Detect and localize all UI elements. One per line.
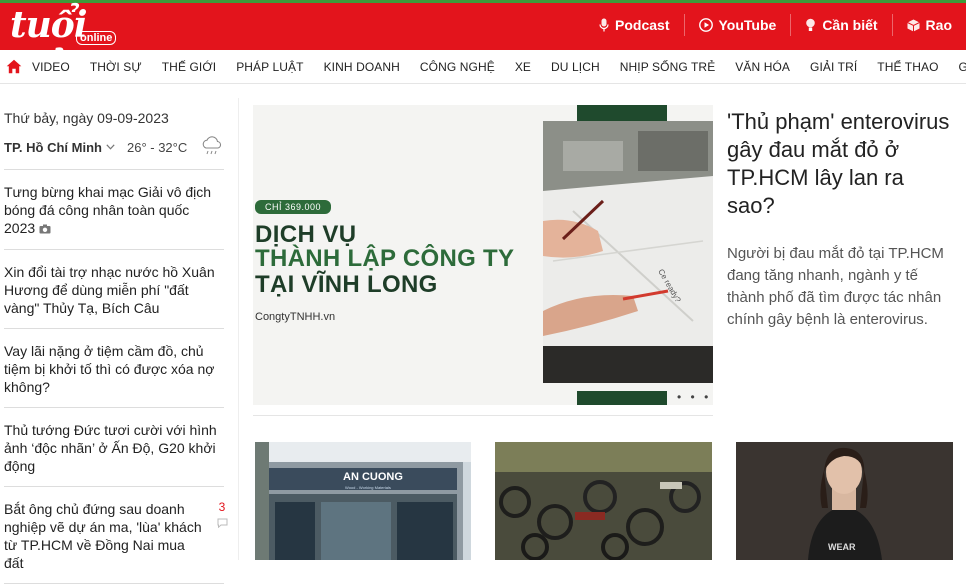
- ad-green-block: [577, 105, 667, 121]
- can-biet-label: Cần biết: [822, 17, 878, 33]
- current-date: Thứ bảy, ngày 09-09-2023: [4, 110, 169, 126]
- list-item[interactable]: Thủ tướng Đức tươi cười với hình ảnh ‘độ…: [4, 408, 224, 487]
- ad-banner[interactable]: Ce ready? CHỈ 369.000 DỊCH VỤ THÀNH LẬP …: [253, 105, 713, 405]
- ad-green-block-bottom: [577, 391, 667, 405]
- weather-widget: TP. Hồ Chí Minh 26° - 32°C: [4, 135, 224, 159]
- header-links: Podcast YouTube Cần biết Rao: [585, 0, 966, 50]
- section-divider: [253, 415, 713, 416]
- nav-item-kinh-doanh[interactable]: KINH DOANH: [314, 60, 410, 74]
- news-title: Bắt ông chủ đứng sau doanh nghiệp vẽ dự …: [4, 501, 202, 571]
- left-sidebar: Thứ bảy, ngày 09-09-2023 TP. Hồ Chí Minh…: [4, 98, 227, 584]
- ad-headline-2: THÀNH LẬP CÔNG TY: [255, 245, 515, 272]
- nav-item-the-thao[interactable]: THỂ THAO: [867, 60, 948, 74]
- chevron-down-icon[interactable]: [106, 142, 115, 153]
- news-title: Vay lãi nặng ở tiệm cầm đồ, chủ tiệm bị …: [4, 343, 215, 395]
- nav-item-phap-luat[interactable]: PHÁP LUẬT: [226, 60, 313, 74]
- list-item[interactable]: Xin đổi tài trợ nhạc nước hồ Xuân Hương …: [4, 250, 224, 329]
- ad-price-tag: CHỈ 369.000: [255, 200, 332, 214]
- youtube-link[interactable]: YouTube: [683, 14, 791, 36]
- camera-icon: [39, 220, 51, 238]
- rao-vat-link[interactable]: Rao: [891, 14, 966, 36]
- nav-item-cong-nghe[interactable]: CÔNG NGHỆ: [410, 60, 505, 74]
- news-title: Xin đổi tài trợ nhạc nước hồ Xuân Hương …: [4, 264, 215, 316]
- column-divider: [238, 98, 239, 560]
- nav-item-xe[interactable]: XE: [505, 60, 541, 74]
- main-nav: VIDEO THỜI SỰ THẾ GIỚI PHÁP LUẬT KINH DO…: [0, 50, 966, 84]
- nav-item-giao-duc[interactable]: GIÁO DỤ: [949, 60, 966, 74]
- comment-count-value: 3: [218, 500, 226, 514]
- latest-news-list: Tưng bừng khai mạc Giải vô địch bóng đá …: [4, 169, 227, 584]
- podcast-link[interactable]: Podcast: [585, 14, 683, 36]
- ad-photo: Ce ready?: [543, 121, 713, 383]
- home-icon[interactable]: [6, 59, 22, 74]
- nav-item-giai-tri[interactable]: GIẢI TRÍ: [800, 60, 867, 74]
- cloud-icon: [201, 135, 223, 159]
- can-biet-link[interactable]: Cần biết: [790, 14, 891, 36]
- nav-item-van-hoa[interactable]: VĂN HÓA: [725, 60, 800, 74]
- logo-subtext: online: [76, 31, 117, 45]
- article-thumbnail[interactable]: AN CUONG Wood - Working Materials: [255, 442, 471, 560]
- news-title: Thủ tướng Đức tươi cười với hình ảnh ‘độ…: [4, 422, 217, 474]
- nav-item-video[interactable]: VIDEO: [22, 60, 80, 74]
- article-thumbnail[interactable]: [495, 442, 712, 560]
- list-item[interactable]: Vay lãi nặng ở tiệm cầm đồ, chủ tiệm bị …: [4, 329, 224, 408]
- nav-item-du-lich[interactable]: DU LỊCH: [541, 60, 610, 74]
- shirt-text: WEAR: [828, 542, 856, 552]
- box-icon: [906, 19, 920, 32]
- store-sign: AN CUONG: [343, 471, 403, 483]
- comment-count[interactable]: 3: [216, 500, 228, 532]
- lightbulb-icon: [805, 18, 816, 32]
- article-thumbnail[interactable]: WEAR: [736, 442, 953, 560]
- top-header: tuổi trẻ online Podcast YouTube Cần biết: [0, 0, 966, 88]
- news-title: Tưng bừng khai mạc Giải vô địch bóng đá …: [4, 184, 212, 236]
- nav-item-thoi-su[interactable]: THỜI SỰ: [80, 60, 152, 74]
- list-item[interactable]: Tưng bừng khai mạc Giải vô địch bóng đá …: [4, 170, 224, 250]
- list-item[interactable]: Bắt ông chủ đứng sau doanh nghiệp vẽ dự …: [4, 487, 227, 584]
- ad-dots: • • • •: [677, 390, 712, 405]
- featured-article-title[interactable]: 'Thủ phạm' enterovirus gây đau mắt đỏ ở …: [727, 108, 957, 220]
- featured-article-summary: Người bị đau mắt đỏ tại TP.HCM đang tăng…: [727, 245, 944, 328]
- comment-icon: [217, 515, 228, 531]
- podcast-label: Podcast: [615, 17, 670, 33]
- play-icon: [698, 18, 713, 32]
- nav-item-the-gioi[interactable]: THẾ GIỚI: [152, 60, 226, 74]
- store-sign-subtext: Wood - Working Materials: [345, 485, 391, 490]
- rao-vat-label: Rao: [925, 17, 952, 33]
- ad-headline-3: TẠI VĨNH LONG: [255, 271, 438, 298]
- weather-city-select[interactable]: TP. Hồ Chí Minh: [4, 140, 102, 155]
- ad-url: CongtyTNHH.vn: [255, 311, 336, 323]
- nav-item-nhip-song-tre[interactable]: NHỊP SỐNG TRẺ: [610, 60, 726, 74]
- microphone-icon: [599, 18, 609, 32]
- weather-temperature: 26° - 32°C: [126, 139, 188, 155]
- youtube-label: YouTube: [718, 17, 777, 33]
